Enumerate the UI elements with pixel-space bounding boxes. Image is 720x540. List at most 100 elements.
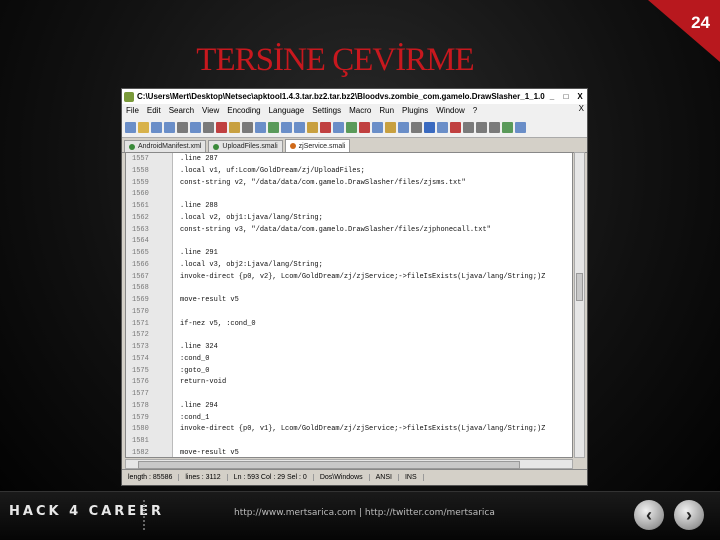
toolbar-tool-icon[interactable] [346, 121, 357, 133]
code-line: 1579:cond_1 [126, 413, 572, 425]
toolbar-tool-icon[interactable] [216, 121, 227, 133]
window-title: C:\Users\Mert\Desktop\Netsec\apktool1.4.… [137, 92, 545, 101]
next-slide-button[interactable]: › [674, 500, 704, 530]
minimize-button[interactable]: _ [545, 91, 559, 102]
toolbar-tool-icon[interactable] [242, 121, 253, 133]
page-number: 24 [691, 13, 710, 32]
tab-upload-files[interactable]: UploadFiles.smali [208, 140, 283, 152]
menu-encoding[interactable]: Encoding [223, 106, 264, 115]
code-line: 1575 :goto_0 [126, 366, 572, 378]
horizontal-scrollbar[interactable] [125, 459, 573, 469]
status-mode: INS [399, 474, 424, 481]
toolbar-tool-icon[interactable] [281, 121, 292, 133]
vertical-scrollbar[interactable] [574, 152, 585, 458]
line-number: 1560 [132, 190, 149, 199]
code-line: 1571 if-nez v5, :cond_0 [126, 319, 572, 331]
tab-zjservice[interactable]: zjService.smali [284, 139, 351, 152]
menu-help[interactable]: ? [469, 106, 481, 115]
line-number: 1567 [132, 272, 149, 281]
menu-run[interactable]: Run [375, 106, 398, 115]
code-text: .local v1, uf:Lcom/GoldDream/zj/UploadFi… [180, 166, 365, 175]
code-text: move-result v5 [180, 448, 239, 457]
code-line: 1582 move-result v5 [126, 448, 572, 457]
scroll-thumb[interactable] [576, 273, 583, 301]
toolbar [122, 117, 587, 138]
toolbar-tool-icon[interactable] [203, 121, 214, 133]
menu-language[interactable]: Language [265, 106, 309, 115]
menu-macro[interactable]: Macro [345, 106, 375, 115]
code-line: 1574:cond_0 [126, 354, 572, 366]
toolbar-tool-icon[interactable] [138, 121, 149, 133]
toolbar-tool-icon[interactable] [450, 121, 461, 133]
toolbar-tool-icon[interactable] [125, 121, 136, 133]
toolbar-tool-icon[interactable] [502, 121, 513, 133]
toolbar-tool-icon[interactable] [398, 121, 409, 133]
code-text: .line 324 [180, 343, 218, 351]
line-number: 1573 [132, 343, 149, 351]
line-number: 1578 [132, 401, 149, 410]
line-number: 1561 [132, 202, 149, 210]
toolbar-tool-icon[interactable] [177, 121, 188, 133]
toolbar-tool-icon[interactable] [294, 121, 305, 133]
menu-view[interactable]: View [198, 106, 223, 115]
code-text: .local v2, obj1:Ljava/lang/String; [180, 213, 323, 222]
toolbar-tool-icon[interactable] [229, 121, 240, 133]
code-line: 1573 .line 324 [126, 342, 572, 354]
maximize-button[interactable]: □ [559, 91, 573, 102]
toolbar-tool-icon[interactable] [476, 121, 487, 133]
code-line: 1567 invoke-direct {p0, v2}, Lcom/GoldDre… [126, 272, 572, 284]
menu-edit[interactable]: Edit [143, 106, 165, 115]
menu-plugins[interactable]: Plugins [398, 106, 432, 115]
footer-divider [143, 500, 146, 530]
toolbar-tool-icon[interactable] [424, 121, 435, 133]
tab-label: AndroidManifest.xml [138, 143, 202, 150]
line-number: 1565 [132, 249, 149, 257]
menu-settings[interactable]: Settings [308, 106, 345, 115]
line-number: 1558 [132, 166, 149, 175]
line-number: 1575 [132, 366, 149, 375]
line-number: 1582 [132, 448, 149, 457]
code-text: .local v3, obj2:Ljava/lang/String; [180, 260, 323, 269]
toolbar-tool-icon[interactable] [190, 121, 201, 133]
toolbar-tool-icon[interactable] [307, 121, 318, 133]
close-button[interactable]: X [573, 91, 587, 102]
toolbar-tool-icon[interactable] [268, 121, 279, 133]
toolbar-tool-icon[interactable] [437, 121, 448, 133]
line-number: 1564 [132, 237, 149, 246]
notepad-icon [124, 91, 134, 102]
toolbar-tool-icon[interactable] [151, 121, 162, 133]
scroll-thumb[interactable] [138, 461, 520, 469]
code-line: 1578 .line 294 [126, 401, 572, 413]
toolbar-tool-icon[interactable] [411, 121, 422, 133]
toolbar-tool-icon[interactable] [372, 121, 383, 133]
toolbar-tool-icon[interactable] [255, 121, 266, 133]
footer-bar: HACK 4 CAREER http://www.mertsarica.com … [0, 491, 720, 540]
menu-window[interactable]: Window [432, 106, 468, 115]
toolbar-tool-icon[interactable] [164, 121, 175, 133]
code-editor[interactable]: 1557 .line 287 1558 .local v1, uf:Lcom/Gold… [125, 152, 573, 458]
toolbar-tool-icon[interactable] [489, 121, 500, 133]
menu-search[interactable]: Search [165, 106, 198, 115]
brand-logo: HACK 4 CAREER [9, 504, 165, 519]
prev-slide-button[interactable]: ‹ [634, 500, 664, 530]
toolbar-tool-icon[interactable] [463, 121, 474, 133]
tab-bar: AndroidManifest.xml UploadFiles.smali zj… [122, 138, 587, 153]
close-document-button[interactable]: X [579, 104, 584, 113]
code-line: 1561 .line 288 [126, 201, 572, 213]
toolbar-tool-icon[interactable] [320, 121, 331, 133]
line-number: 1557 [132, 155, 149, 163]
code-text: :goto_0 [180, 366, 210, 375]
menu-file[interactable]: File [122, 106, 143, 115]
toolbar-tool-icon[interactable] [515, 121, 526, 133]
code-text: move-result v5 [180, 296, 239, 304]
code-text: :cond_0 [180, 354, 210, 363]
toolbar-tool-icon[interactable] [333, 121, 344, 133]
code-text: return-void [180, 378, 227, 387]
toolbar-tool-icon[interactable] [385, 121, 396, 133]
status-lines: lines : 3112 [179, 474, 228, 481]
toolbar-tool-icon[interactable] [359, 121, 370, 133]
tab-android-manifest[interactable]: AndroidManifest.xml [124, 140, 207, 152]
